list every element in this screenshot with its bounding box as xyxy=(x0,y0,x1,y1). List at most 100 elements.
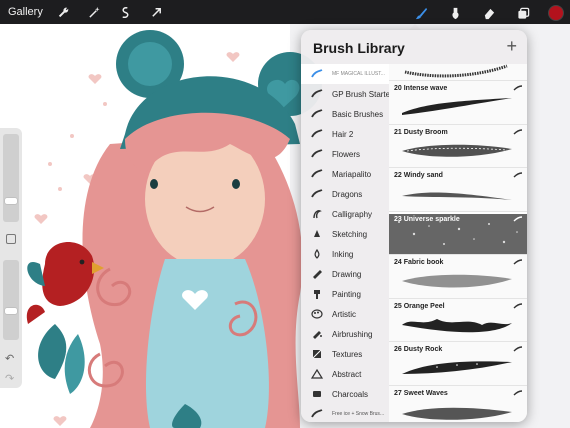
brush-set-label: Drawing xyxy=(332,269,362,279)
brush-set-label: Dragons xyxy=(332,189,363,199)
pencil-tip-icon xyxy=(310,229,324,239)
brush-stroke-icon xyxy=(513,302,523,309)
brush-set-label: Flowers xyxy=(332,149,361,159)
brush-item[interactable] xyxy=(389,64,527,81)
brush-set-item[interactable]: Flowers xyxy=(301,144,389,164)
brush-stroke-icon xyxy=(513,172,523,178)
gallery-button[interactable]: Gallery xyxy=(8,6,43,18)
brush-size-slider[interactable] xyxy=(3,134,19,222)
brush-name: 20 Intense wave xyxy=(394,85,448,92)
brush-stroke-icon xyxy=(513,346,523,352)
brush-set-label: Mariapalito xyxy=(332,169,372,179)
layers-icon[interactable] xyxy=(512,2,534,24)
panel-title: Brush Library xyxy=(313,40,405,56)
brush-item[interactable]: 26 Dusty Rock xyxy=(389,342,527,386)
brush-set-label: Hair 2 xyxy=(332,129,354,139)
brush-size-thumb[interactable] xyxy=(5,198,17,204)
brush-stroke-icon xyxy=(513,85,523,91)
brush-set-label: Airbrushing xyxy=(332,329,373,339)
brush-item[interactable]: 27 Sweet Waves xyxy=(389,386,527,423)
brush-set-label: Charcoals xyxy=(332,389,369,399)
brush-set-item[interactable]: Drawing xyxy=(301,264,389,284)
brush-set-item[interactable]: Artistic xyxy=(301,304,389,324)
brush-set-item[interactable]: Sketching xyxy=(301,224,389,244)
brush-name: 27 Sweet Waves xyxy=(394,389,448,397)
triangle-icon xyxy=(310,369,324,379)
brush-sets-list: MF MAGICAL ILLUST... GP Brush Starters B… xyxy=(301,64,389,422)
undo-icon[interactable]: ↶ xyxy=(5,352,14,365)
brush-set-item[interactable]: Hair 2 xyxy=(301,124,389,144)
brush-name: 23 Universe sparkle xyxy=(394,215,460,223)
brush-item[interactable]: 20 Intense wave xyxy=(389,81,527,125)
brush-set-label: Sketching xyxy=(332,229,368,239)
brush-stroke-preview xyxy=(402,318,512,332)
brush-stroke-preview xyxy=(402,192,512,200)
smudge-icon[interactable] xyxy=(444,2,466,24)
opacity-slider[interactable] xyxy=(3,260,19,340)
drawing-icon xyxy=(310,269,324,279)
wrench-icon[interactable] xyxy=(53,1,75,23)
brush-set-label: Inking xyxy=(332,249,354,259)
brush-set-label: Textures xyxy=(332,349,363,359)
brush-set-item[interactable]: Free ice + Snow Brus... xyxy=(301,404,389,422)
brush-stroke-icon xyxy=(513,259,523,265)
brush-library-panel: Brush Library + MF MAGICAL ILLUST... GP … xyxy=(301,30,527,422)
brushes-list: 20 Intense wave 21 Dusty Broom 22 Windy … xyxy=(389,64,527,422)
brush-stroke-icon xyxy=(513,215,523,222)
brush-stroke-preview xyxy=(404,64,508,78)
brush-stroke-icon xyxy=(310,409,324,419)
brush-set-label: Basic Brushes xyxy=(332,109,384,119)
paint-brush-icon xyxy=(310,289,324,299)
brush-icon[interactable] xyxy=(410,2,432,24)
left-sidebar: ↶ ↷ xyxy=(0,128,22,388)
brush-name: 25 Orange Peel xyxy=(394,302,445,310)
add-brush-set-button[interactable]: + xyxy=(506,36,517,57)
brush-name: 24 Fabric book xyxy=(394,259,444,266)
brush-set-label: MF MAGICAL ILLUST... xyxy=(332,71,385,77)
brush-item[interactable]: 21 Dusty Broom xyxy=(389,125,527,168)
brush-stroke-icon xyxy=(310,109,324,119)
brush-stroke-preview xyxy=(402,144,512,157)
transform-arrow-icon[interactable] xyxy=(146,1,168,23)
brush-set-item[interactable]: GP Brush Starters xyxy=(301,84,389,104)
brush-set-item[interactable]: Dragons xyxy=(301,184,389,204)
brush-stroke-preview xyxy=(402,274,512,288)
brush-stroke-icon xyxy=(310,149,324,159)
modify-button[interactable] xyxy=(6,234,16,244)
brush-stroke-icon xyxy=(310,129,324,139)
redo-icon[interactable]: ↷ xyxy=(5,372,14,385)
brush-set-item[interactable]: Abstract xyxy=(301,364,389,384)
calligraphy-icon xyxy=(310,209,324,219)
palette-icon xyxy=(310,309,324,319)
brush-set-item[interactable]: Inking xyxy=(301,244,389,264)
brush-item[interactable]: 22 Windy sand xyxy=(389,168,527,212)
brush-set-item[interactable]: Textures xyxy=(301,344,389,364)
current-color-swatch[interactable] xyxy=(548,5,564,21)
brush-name: 21 Dusty Broom xyxy=(394,128,448,136)
brush-set-item[interactable]: Mariapalito xyxy=(301,164,389,184)
brush-set-item[interactable]: Painting xyxy=(301,284,389,304)
brush-set-label: Painting xyxy=(332,289,361,299)
brush-set-item[interactable]: Basic Brushes xyxy=(301,104,389,124)
brush-set-item[interactable]: MF MAGICAL ILLUST... xyxy=(301,64,389,84)
brush-name: 26 Dusty Rock xyxy=(394,346,443,353)
brush-stroke-icon xyxy=(513,128,523,135)
airbrush-icon xyxy=(310,329,324,339)
brush-stroke-icon xyxy=(513,389,523,396)
charcoal-icon xyxy=(310,389,324,399)
brush-item[interactable]: 25 Orange Peel xyxy=(389,299,527,342)
brush-set-item[interactable]: Calligraphy xyxy=(301,204,389,224)
brush-stroke-preview xyxy=(402,361,512,374)
brush-set-label: GP Brush Starters xyxy=(332,89,389,99)
brush-set-label: Abstract xyxy=(332,369,362,379)
selection-icon[interactable] xyxy=(115,1,137,23)
magic-wand-icon[interactable] xyxy=(84,1,106,23)
opacity-thumb[interactable] xyxy=(5,308,17,314)
brush-set-item[interactable]: Charcoals xyxy=(301,384,389,404)
brush-item[interactable]: 24 Fabric book xyxy=(389,255,527,299)
brush-stroke-icon xyxy=(310,189,324,199)
brush-item[interactable]: 23 Universe sparkle xyxy=(389,211,527,255)
brush-set-item[interactable]: Airbrushing xyxy=(301,324,389,344)
brush-stroke-icon xyxy=(310,89,324,99)
eraser-icon[interactable] xyxy=(478,2,500,24)
